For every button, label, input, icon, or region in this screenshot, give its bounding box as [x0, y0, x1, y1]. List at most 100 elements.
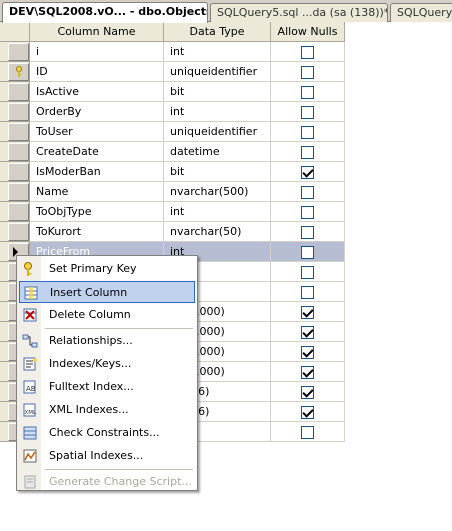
allow-nulls-checkbox[interactable] — [301, 266, 314, 279]
menu-item-fulltext-index[interactable]: AB Fulltext Index... — [19, 376, 195, 398]
menu-item-label: Indexes/Keys... — [49, 357, 132, 370]
table-row[interactable]: Name nvarchar(500) — [0, 182, 345, 202]
column-name-cell[interactable]: ID — [30, 62, 164, 82]
column-name-cell[interactable]: ToObjType — [30, 202, 164, 222]
menu-item-set-primary-key[interactable]: Set Primary Key — [19, 258, 195, 280]
row-selector-button — [8, 203, 29, 221]
data-type-cell[interactable]: int — [164, 42, 271, 62]
allow-nulls-cell — [271, 262, 345, 282]
table-row[interactable]: OrderBy int — [0, 102, 345, 122]
column-name-cell[interactable]: ToUser — [30, 122, 164, 142]
menu-item-label: Set Primary Key — [49, 262, 137, 275]
allow-nulls-checkbox[interactable] — [301, 286, 314, 299]
allow-nulls-checkbox[interactable] — [301, 106, 314, 119]
svg-text:XML: XML — [25, 410, 38, 416]
allow-nulls-checkbox[interactable] — [301, 406, 314, 419]
allow-nulls-checkbox[interactable] — [301, 426, 314, 439]
row-selector[interactable] — [0, 202, 30, 222]
allow-nulls-checkbox[interactable] — [301, 146, 314, 159]
menu-item-label: Insert Column — [50, 286, 128, 299]
menu-item-spatial-indexes[interactable]: Spatial Indexes... — [19, 445, 195, 467]
allow-nulls-cell — [271, 122, 345, 142]
menu-item-delete-column[interactable]: Delete Column — [19, 304, 195, 326]
row-selector[interactable] — [0, 182, 30, 202]
allow-nulls-cell — [271, 222, 345, 242]
row-selector[interactable] — [0, 42, 30, 62]
allow-nulls-checkbox[interactable] — [301, 206, 314, 219]
row-selector-button — [8, 183, 29, 201]
row-selector[interactable] — [0, 102, 30, 122]
menu-item-indexes-keys[interactable]: Indexes/Keys... — [19, 353, 195, 375]
allow-nulls-checkbox[interactable] — [301, 366, 314, 379]
data-type-cell[interactable]: bit — [164, 82, 271, 102]
menu-item-label: Spatial Indexes... — [49, 449, 144, 462]
allow-nulls-cell — [271, 142, 345, 162]
allow-nulls-checkbox[interactable] — [301, 66, 314, 79]
menu-item-label: XML Indexes... — [49, 403, 129, 416]
allow-nulls-checkbox[interactable] — [301, 226, 314, 239]
table-row[interactable]: ToUser uniqueidentifier — [0, 122, 345, 142]
row-selector[interactable] — [0, 142, 30, 162]
row-selector[interactable] — [0, 62, 30, 82]
tab-sqlquery5[interactable]: SQLQuery5.sql ...da (sa (138))* — [210, 3, 388, 22]
row-selector[interactable] — [0, 162, 30, 182]
allow-nulls-checkbox[interactable] — [301, 306, 314, 319]
context-menu: Set Primary Key Insert Column Delete Colum… — [16, 255, 198, 491]
column-name-cell[interactable]: CreateDate — [30, 142, 164, 162]
allow-nulls-checkbox[interactable] — [301, 46, 314, 59]
data-type-cell[interactable]: int — [164, 202, 271, 222]
table-row[interactable]: i int — [0, 42, 345, 62]
data-type-cell[interactable]: uniqueidentifier — [164, 122, 271, 142]
menu-item-insert-column[interactable]: Insert Column — [19, 281, 195, 303]
tab-sqlquery[interactable]: SQLQuery — [390, 3, 452, 22]
table-row[interactable]: IsModerBan bit — [0, 162, 345, 182]
table-row[interactable]: ToObjType int — [0, 202, 345, 222]
row-selector-button — [8, 143, 29, 161]
allow-nulls-cell — [271, 62, 345, 82]
allow-nulls-checkbox[interactable] — [301, 326, 314, 339]
row-selector-button — [8, 43, 29, 61]
data-type-cell[interactable]: nvarchar(500) — [164, 182, 271, 202]
check-constraints-icon — [23, 426, 37, 440]
row-selector-button — [8, 83, 29, 101]
allow-nulls-checkbox[interactable] — [301, 386, 314, 399]
table-row[interactable]: IsActive bit — [0, 82, 345, 102]
column-name-cell[interactable]: OrderBy — [30, 102, 164, 122]
row-selector[interactable] — [0, 222, 30, 242]
svg-text:AB: AB — [26, 385, 36, 393]
allow-nulls-cell — [271, 322, 345, 342]
menu-item-check-constraints[interactable]: Check Constraints... — [19, 422, 195, 444]
menu-item-xml-indexes[interactable]: XML XML Indexes... — [19, 399, 195, 421]
menu-separator — [45, 469, 193, 470]
row-selector-button — [8, 223, 29, 241]
table-row[interactable]: ToKurort nvarchar(50) — [0, 222, 345, 242]
fulltext-icon: AB — [23, 380, 36, 394]
allow-nulls-cell — [271, 362, 345, 382]
header-allow-nulls: Allow Nulls — [271, 22, 345, 42]
data-type-cell[interactable]: nvarchar(50) — [164, 222, 271, 242]
allow-nulls-checkbox[interactable] — [301, 166, 314, 179]
table-row[interactable]: CreateDate datetime — [0, 142, 345, 162]
allow-nulls-checkbox[interactable] — [301, 186, 314, 199]
tab-dbo-objects[interactable]: DEV\SQL2008.vO... - dbo.Objects — [2, 2, 208, 23]
allow-nulls-checkbox[interactable] — [301, 246, 314, 259]
allow-nulls-checkbox[interactable] — [301, 86, 314, 99]
row-selector[interactable] — [0, 122, 30, 142]
allow-nulls-checkbox[interactable] — [301, 346, 314, 359]
data-type-cell[interactable]: bit — [164, 162, 271, 182]
row-selector[interactable] — [0, 82, 30, 102]
data-type-cell[interactable]: uniqueidentifier — [164, 62, 271, 82]
allow-nulls-checkbox[interactable] — [301, 126, 314, 139]
column-name-cell[interactable]: i — [30, 42, 164, 62]
menu-item-label: Relationships... — [49, 334, 133, 347]
column-name-cell[interactable]: IsActive — [30, 82, 164, 102]
data-type-cell[interactable]: int — [164, 102, 271, 122]
column-name-cell[interactable]: ToKurort — [30, 222, 164, 242]
menu-item-relationships[interactable]: Relationships... — [19, 330, 195, 352]
menu-item-label: Delete Column — [49, 308, 131, 321]
column-name-cell[interactable]: Name — [30, 182, 164, 202]
column-name-cell[interactable]: IsModerBan — [30, 162, 164, 182]
data-type-cell[interactable]: datetime — [164, 142, 271, 162]
indexes-icon — [23, 357, 37, 371]
table-row[interactable]: ID uniqueidentifier — [0, 62, 345, 82]
